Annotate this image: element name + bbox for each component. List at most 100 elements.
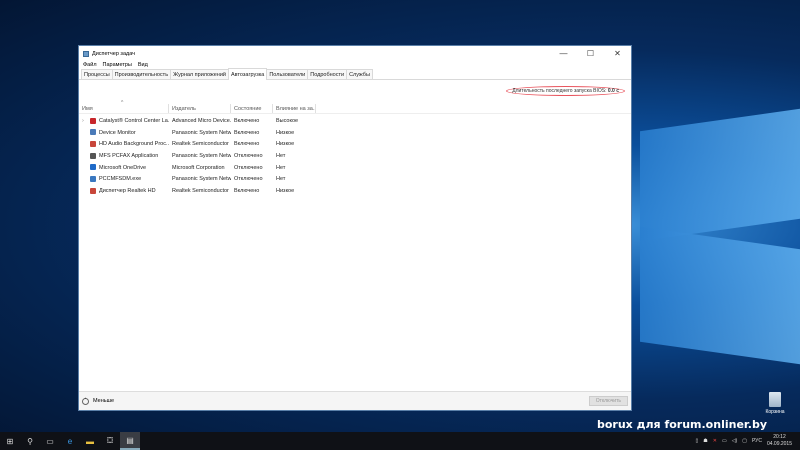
tab-details[interactable]: Подробности [307,69,348,79]
table-row[interactable]: Диспетчер Realtek HD Realtek Semiconduct… [79,186,631,198]
bios-time-label: Длительность последнего запуска BIOS: [512,88,607,94]
tab-services[interactable]: Службы [346,69,373,79]
cell-publisher: Panasonic System Netw... [172,176,231,183]
column-impact[interactable]: Влияние на за... [273,104,316,113]
cell-impact: Нет [276,176,286,183]
table-row[interactable]: PCCMFSDM.exe Panasonic System Netw... От… [79,174,631,186]
tab-users[interactable]: Пользователи [266,69,309,79]
footer: ˆ Меньше Отключить [79,391,631,410]
cell-publisher: Panasonic System Netw... [172,129,231,136]
app-icon [90,175,96,182]
app-icon [90,129,96,136]
app-name: HD Audio Background Proc... [99,141,169,148]
app-icon [90,187,96,194]
app-name: Диспетчер Realtek HD [99,188,156,195]
column-publisher[interactable]: Издатель [169,104,231,113]
edge-icon[interactable]: e [60,437,80,446]
app-icon [90,117,96,124]
cell-publisher: Realtek Semiconductor [172,141,229,148]
bios-time: Длительность последнего запуска BIOS: 0.… [506,86,625,96]
start-windows-icon[interactable]: ⊞ [0,437,20,446]
column-name[interactable]: Имя [79,104,169,113]
search-icon[interactable]: ⚲ [20,437,40,446]
maximize-button[interactable]: ☐ [577,49,604,58]
cell-status: Включено [234,188,260,195]
cell-impact: Низкое [276,129,295,136]
tab-processes[interactable]: Процессы [81,69,113,79]
close-button[interactable]: ✕ [604,49,631,58]
store-icon[interactable]: ⛋ [100,436,120,446]
cell-publisher: Advanced Micro Device... [172,118,231,124]
cell-status: Отключено [234,176,263,183]
volume-icon[interactable]: ◁) [732,438,738,444]
network-icon[interactable]: ▭ [722,438,727,444]
alert-icon[interactable]: ✕ [713,438,717,444]
tab-performance[interactable]: Производительность [111,69,172,79]
menu-file[interactable]: Файл [83,62,97,68]
task-manager-window: Диспетчер задач — ☐ ✕ Файл Параметры Вид… [78,45,632,411]
tab-startup[interactable]: Автозагрузка [227,68,268,80]
task-manager-taskbar-icon[interactable]: ▤ [120,432,140,450]
menu-view[interactable]: Вид [138,62,148,68]
notification-icon[interactable]: ▯ [696,438,699,444]
cell-impact: Низкое [276,188,295,195]
disable-button[interactable]: Отключить [588,396,628,406]
app-name: PCCMFSDM.exe [99,176,142,183]
window-title: Диспетчер задач [92,50,136,57]
recycle-bin-icon [769,392,781,407]
cell-status: Включено [234,141,260,148]
taskbar: ⊞ ⚲ ▭ e ▬ ⛋ ▤ ▯ ☗ ✕ ▭ ◁) ▢ РУС 20:12 04.… [0,432,800,450]
fewer-details-link[interactable]: Меньше [93,398,114,404]
app-icon [90,140,96,147]
app-name: MFS PCFAX Application [99,153,159,160]
app-name: Microsoft OneDrive [99,164,147,171]
startup-list: › Catalyst® Control Center La... Advanced… [79,116,631,198]
action-center-icon[interactable]: ▢ [742,438,747,444]
app-name: Device Monitor [99,129,136,136]
date: 04.09.2015 [766,441,792,447]
cell-name: MFS PCFAX Application [79,151,169,163]
file-explorer-icon[interactable]: ▬ [80,437,100,446]
cell-name: Диспетчер Realtek HD [79,186,169,198]
language-indicator[interactable]: РУС [752,438,762,444]
table-row[interactable]: Microsoft OneDrive Microsoft Corporation… [79,163,631,175]
cell-name: Microsoft OneDrive [79,163,169,175]
task-view-icon[interactable]: ▭ [40,437,60,446]
people-icon[interactable]: ☗ [703,438,707,444]
table-row[interactable]: HD Audio Background Proc... Realtek Semi… [79,139,631,151]
recycle-bin-label: Корзина [765,409,785,415]
cell-status: Включено [234,118,260,124]
cell-impact: Низкое [276,141,295,148]
cell-impact: Высокое [276,118,299,124]
minimize-button[interactable]: — [550,49,577,58]
cell-name: HD Audio Background Proc... [79,139,169,151]
system-tray: ▯ ☗ ✕ ▭ ◁) ▢ РУС 20:12 04.09.2015 [696,434,800,448]
cell-name: Device Monitor [79,128,169,140]
task-manager-icon [83,50,89,57]
watermark: borux для forum.onliner.by [597,418,767,431]
app-icon [90,152,96,159]
cell-status: Включено [234,129,260,136]
menu-bar: Файл Параметры Вид [79,61,631,69]
table-row[interactable]: MFS PCFAX Application Panasonic System N… [79,151,631,163]
cell-status: Отключено [234,164,263,171]
cell-name: › Catalyst® Control Center La... [79,116,169,128]
table-row[interactable]: › Catalyst® Control Center La... Advanced… [79,116,631,128]
cell-publisher: Microsoft Corporation [172,164,225,171]
column-status[interactable]: Состояние [231,104,273,113]
app-name: Catalyst® Control Center La... [99,118,169,124]
app-icon [90,164,96,171]
chevron-up-icon[interactable]: ˆ [82,397,89,405]
title-bar[interactable]: Диспетчер задач — ☐ ✕ [79,46,631,61]
expand-icon[interactable]: › [82,116,90,128]
recycle-bin[interactable]: Корзина [762,392,788,415]
cell-impact: Нет [276,164,286,171]
bios-time-value: 0.0 с [607,88,619,94]
cell-impact: Нет [276,153,286,160]
table-header: Имя Издатель Состояние Влияние на за... [79,104,631,114]
menu-options[interactable]: Параметры [103,62,132,68]
table-row[interactable]: Device Monitor Panasonic System Netw... … [79,128,631,140]
clock[interactable]: 20:12 04.09.2015 [767,434,792,448]
cell-name: PCCMFSDM.exe [79,174,169,186]
tab-app-history[interactable]: Журнал приложений [170,69,229,79]
